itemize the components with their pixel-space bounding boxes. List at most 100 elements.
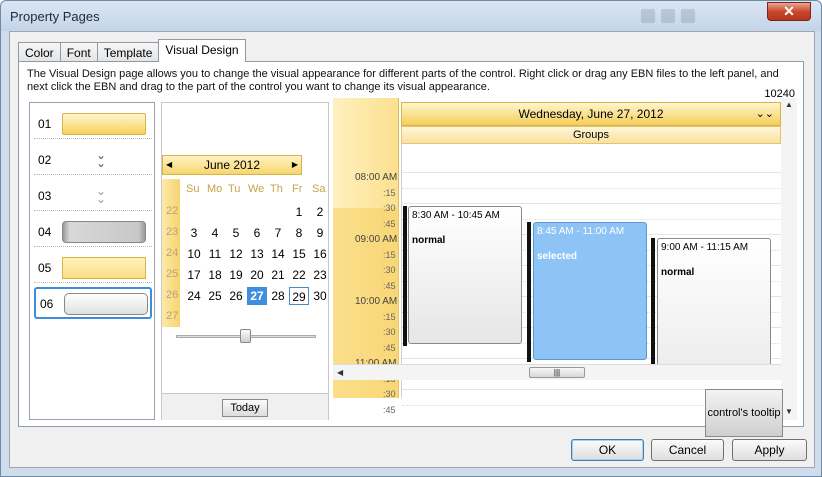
calendar-day[interactable]: 2: [310, 203, 330, 221]
week-number: 27: [166, 310, 179, 322]
calendar-day[interactable]: 8: [289, 224, 309, 242]
event-normal-2[interactable]: 9:00 AM - 11:15 AM normal: [657, 238, 771, 376]
event-selected[interactable]: 8:45 AM - 11:00 AM selected: [533, 222, 647, 360]
window-title: Property Pages: [10, 9, 100, 24]
minute-label: :15: [383, 311, 396, 322]
ebn-item-06[interactable]: 06: [34, 287, 152, 319]
minute-label: :30: [383, 203, 396, 213]
ok-button[interactable]: OK: [571, 439, 644, 461]
ebn-item-03[interactable]: 03 ⌄ ⌄: [34, 181, 152, 211]
page-description: The Visual Design page allows you to cha…: [27, 68, 779, 93]
ebn-item-05[interactable]: 05: [34, 253, 152, 283]
cancel-button[interactable]: Cancel: [651, 439, 724, 461]
ebn-number: 02: [38, 153, 52, 167]
calendar-day[interactable]: 28: [268, 287, 288, 305]
next-month-icon[interactable]: ▶: [292, 156, 298, 174]
weekday-label: Mo: [207, 183, 223, 195]
ebn-swatch-white-rounded: [64, 293, 148, 315]
calendar-day[interactable]: 3: [184, 224, 204, 242]
minute-label: :45: [383, 218, 396, 229]
week-number: 26: [166, 289, 179, 301]
event-time: 8:45 AM - 11:00 AM: [537, 226, 625, 237]
ebn-list-panel[interactable]: 01 02 ⌄ ⌄ 03 ⌄ ⌄ 04 05 06: [29, 102, 155, 420]
calendar-day[interactable]: 21: [268, 266, 288, 284]
scroll-down-icon[interactable]: ▼: [785, 407, 793, 416]
calendar-day[interactable]: 4: [205, 224, 225, 242]
minute-label: :45: [383, 342, 396, 353]
ebn-item-01[interactable]: 01: [34, 109, 152, 139]
grid-line: [402, 187, 782, 189]
close-button[interactable]: ✕: [767, 2, 811, 21]
tab-template[interactable]: Template: [96, 42, 160, 62]
tab-visual-design[interactable]: Visual Design: [158, 39, 246, 62]
ebn-number: 05: [38, 261, 52, 275]
calendar-day[interactable]: 20: [247, 266, 267, 284]
ebn-number: 01: [38, 117, 52, 131]
minute-label: :30: [383, 389, 396, 399]
tab-font[interactable]: Font: [59, 42, 98, 62]
event-title: normal: [661, 267, 695, 278]
calendar-day[interactable]: 29: [289, 287, 309, 305]
grid-line: [402, 203, 782, 204]
double-chevron-down-icon: ⌄ ⌄: [96, 148, 106, 170]
event-title: selected: [537, 251, 578, 262]
event-marker: [527, 222, 531, 362]
property-pages-window: Property Pages ✕ Color Font Template Vis…: [0, 0, 822, 477]
horizontal-scrollbar[interactable]: ◀ |||: [333, 364, 781, 380]
calendar-day[interactable]: 5: [226, 224, 246, 242]
calendar-day[interactable]: 30: [310, 287, 330, 305]
scroll-left-icon[interactable]: ◀: [337, 368, 343, 377]
calendar-day[interactable]: 24: [184, 287, 204, 305]
minute-label: :15: [383, 249, 396, 260]
calendar-day[interactable]: 7: [268, 224, 288, 242]
calendar-day[interactable]: 22: [289, 266, 309, 284]
weekday-label: Su: [186, 183, 200, 195]
calendar-preview: ◀ June 2012 ▶ Su Mo Tu We Th Fr Sa 22 23…: [161, 102, 329, 420]
control-tooltip: control's tooltip: [705, 389, 783, 437]
ebn-number: 06: [40, 297, 54, 311]
today-button[interactable]: Today: [222, 399, 268, 417]
ebn-swatch-yellow-gradient: [62, 113, 146, 135]
calendar-day[interactable]: 1: [289, 203, 309, 221]
hour-label: 09:00 AM: [355, 234, 398, 245]
event-time: 8:30 AM - 10:45 AM: [412, 210, 500, 221]
calendar-day[interactable]: 16: [310, 245, 330, 263]
title-bar[interactable]: Property Pages ✕: [1, 1, 821, 31]
calendar-day[interactable]: 18: [205, 266, 225, 284]
weekday-label: Fr: [292, 183, 303, 195]
ebn-swatch-yellow-flat: [62, 257, 146, 279]
calendar-day[interactable]: 27: [247, 287, 267, 305]
event-normal-1[interactable]: 8:30 AM - 10:45 AM normal: [408, 206, 522, 344]
week-number: 23: [166, 226, 179, 238]
double-chevron-down-icon: ⌄ ⌄: [96, 184, 106, 206]
calendar-day[interactable]: 14: [268, 245, 288, 263]
calendar-day[interactable]: 15: [289, 245, 309, 263]
calendar-day[interactable]: 12: [226, 245, 246, 263]
visual-design-panel: The Visual Design page allows you to cha…: [18, 61, 804, 437]
weekday-label: We: [248, 183, 265, 195]
calendar-day[interactable]: 23: [310, 266, 330, 284]
previous-month-icon[interactable]: ◀: [166, 156, 172, 174]
horizontal-scroll-thumb[interactable]: |||: [529, 367, 585, 378]
calendar-day[interactable]: 13: [247, 245, 267, 263]
ebn-item-02[interactable]: 02 ⌄ ⌄: [34, 145, 152, 175]
groups-header: Groups: [401, 126, 781, 144]
calendar-day[interactable]: 9: [310, 224, 330, 242]
calendar-day[interactable]: 26: [226, 287, 246, 305]
zoom-slider-thumb[interactable]: [240, 329, 251, 343]
calendar-day[interactable]: 19: [226, 266, 246, 284]
double-chevron-down-icon[interactable]: ⌄⌄: [756, 103, 774, 125]
tab-color[interactable]: Color: [18, 42, 61, 62]
vertical-scrollbar[interactable]: ▲ ▼: [781, 98, 797, 420]
ebn-number: 03: [38, 189, 52, 203]
minute-label: :45: [383, 280, 396, 291]
event-marker: [403, 206, 407, 346]
calendar-day[interactable]: 11: [205, 245, 225, 263]
calendar-day[interactable]: 17: [184, 266, 204, 284]
calendar-day[interactable]: 6: [247, 224, 267, 242]
calendar-day[interactable]: 25: [205, 287, 225, 305]
scroll-up-icon[interactable]: ▲: [785, 100, 793, 109]
ebn-item-04[interactable]: 04: [34, 217, 152, 247]
calendar-day[interactable]: 10: [184, 245, 204, 263]
apply-button[interactable]: Apply: [732, 439, 807, 461]
